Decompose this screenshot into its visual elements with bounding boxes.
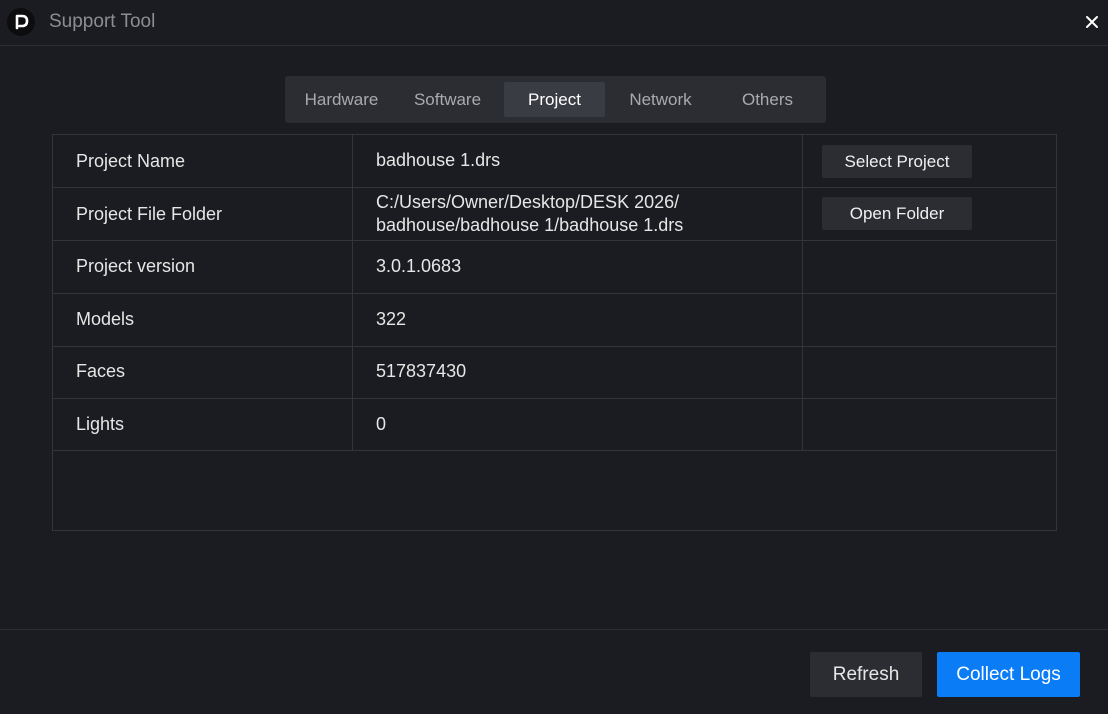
- close-icon[interactable]: [1082, 12, 1102, 32]
- row-label: Models: [76, 309, 135, 329]
- collect-logs-button[interactable]: Collect Logs: [937, 652, 1080, 697]
- tab-hardware[interactable]: Hardware: [291, 82, 392, 117]
- folder-path-line-1: C:/Users/Owner/Desktop/DESK 2026/: [376, 192, 680, 212]
- row-label: Faces: [76, 361, 126, 381]
- lights-value: 0: [376, 414, 387, 434]
- row-label: Project Name: [76, 151, 186, 171]
- table-row: Project File Folder C:/Users/Owner/Deskt…: [53, 188, 1056, 241]
- models-value: 322: [376, 309, 407, 329]
- table-row: Models 322: [53, 294, 1056, 347]
- project-version-value: 3.0.1.0683: [376, 256, 462, 276]
- table-row: Lights 0: [53, 398, 1056, 451]
- tab-others[interactable]: Others: [717, 82, 818, 117]
- footer-divider: [0, 629, 1108, 630]
- row-label: Project File Folder: [76, 204, 223, 224]
- refresh-button[interactable]: Refresh: [810, 652, 922, 697]
- tab-network[interactable]: Network: [610, 82, 711, 117]
- tab-software[interactable]: Software: [397, 82, 498, 117]
- select-project-button[interactable]: Select Project: [822, 145, 972, 178]
- open-folder-button[interactable]: Open Folder: [822, 197, 972, 230]
- title-bar: Support Tool: [0, 0, 1108, 46]
- row-label: Project version: [76, 256, 196, 276]
- row-label: Lights: [76, 414, 125, 434]
- table-row: Project Name badhouse 1.drs Select Proje…: [53, 135, 1056, 188]
- table-row: Faces 517837430: [53, 346, 1056, 399]
- project-name-value: badhouse 1.drs: [376, 150, 501, 170]
- faces-value: 517837430: [376, 361, 467, 381]
- app-logo-icon: [7, 8, 35, 36]
- project-folder-value: C:/Users/Owner/Desktop/DESK 2026/ badhou…: [376, 191, 683, 237]
- window-title: Support Tool: [49, 11, 156, 32]
- support-tool-window: Support Tool Hardware Software Project N…: [0, 0, 1108, 714]
- category-tabs: Hardware Software Project Network Others: [285, 76, 826, 123]
- table-row: Project version 3.0.1.0683: [53, 241, 1056, 294]
- folder-path-line-2: badhouse/badhouse 1/badhouse 1.drs: [376, 215, 684, 235]
- project-info-table: Project Name badhouse 1.drs Select Proje…: [52, 134, 1057, 531]
- tab-project[interactable]: Project: [504, 82, 605, 117]
